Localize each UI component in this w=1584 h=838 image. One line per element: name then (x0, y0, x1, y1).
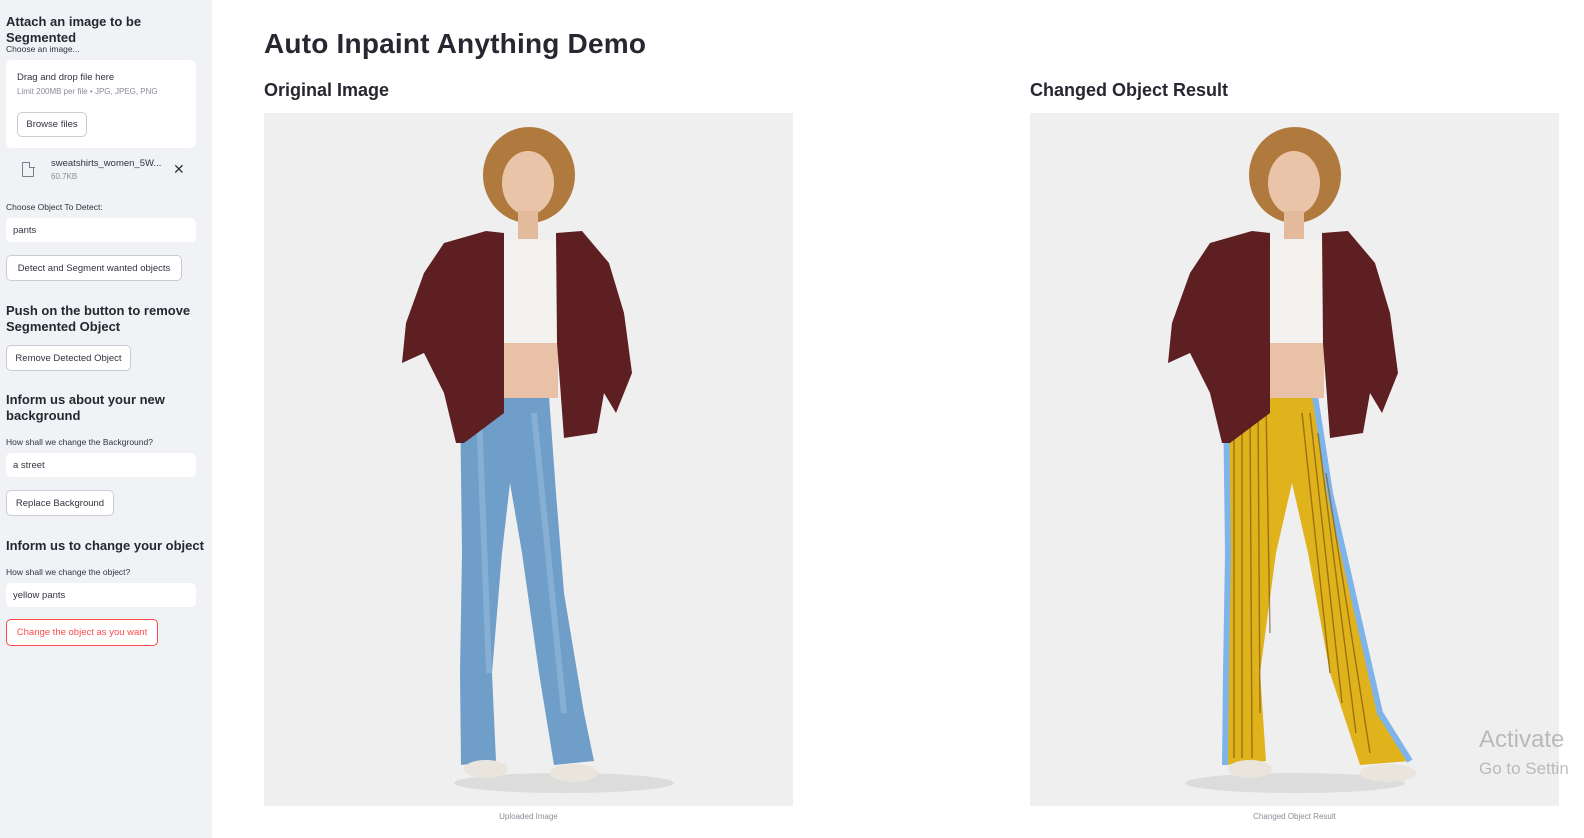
sidebar: Attach an image to be Segmented Choose a… (0, 0, 212, 838)
app-root: Attach an image to be Segmented Choose a… (0, 0, 1584, 838)
change-object-heading: Inform us to change your object (6, 538, 204, 553)
activate-watermark-subtext: Go to Settin (1479, 759, 1569, 778)
uploaded-file-size: 60.7KB (51, 172, 78, 181)
original-image-heading: Original Image (264, 80, 390, 100)
change-object-input[interactable]: yellow pants (6, 583, 196, 607)
file-icon (22, 161, 35, 177)
background-question-label: How shall we change the Background? (6, 437, 153, 447)
browse-files-button[interactable]: Browse files (17, 112, 87, 137)
replace-background-button[interactable]: Replace Background (6, 490, 114, 516)
uploaded-file-row: sweatshirts_women_5W... 60.7KB ✕ (6, 154, 196, 186)
original-photo-figure (264, 113, 793, 806)
remove-detected-object-button[interactable]: Remove Detected Object (6, 345, 131, 371)
background-heading: Inform us about your new background (6, 392, 165, 423)
result-heading: Changed Object Result (1030, 80, 1229, 100)
change-object-button[interactable]: Change the object as you want (6, 619, 158, 646)
object-to-detect-label: Choose Object To Detect: (6, 202, 103, 212)
object-to-detect-input[interactable]: pants (6, 218, 196, 242)
original-image (264, 113, 793, 806)
choose-image-label: Choose an image... (6, 44, 80, 54)
detect-segment-button[interactable]: Detect and Segment wanted objects (6, 255, 182, 281)
page-title: Auto Inpaint Anything Demo (264, 28, 647, 59)
result-image-caption: Changed Object Result (1253, 812, 1336, 821)
result-photo-figure (1030, 113, 1559, 806)
change-object-label: How shall we change the object? (6, 567, 131, 577)
result-image (1030, 113, 1559, 806)
background-input[interactable]: a street (6, 453, 196, 477)
drag-drop-text: Drag and drop file here (17, 72, 115, 83)
uploaded-file-name: sweatshirts_women_5W... (51, 158, 162, 169)
remove-heading: Push on the button to remove Segmented O… (6, 303, 191, 334)
upload-limit-text: Limit 200MB per file • JPG, JPEG, PNG (17, 87, 158, 96)
remove-file-close-icon[interactable]: ✕ (173, 162, 185, 176)
upload-heading: Attach an image to be Segmented (6, 14, 142, 45)
activate-watermark: Activate (1479, 726, 1565, 753)
original-image-caption: Uploaded Image (499, 812, 558, 821)
